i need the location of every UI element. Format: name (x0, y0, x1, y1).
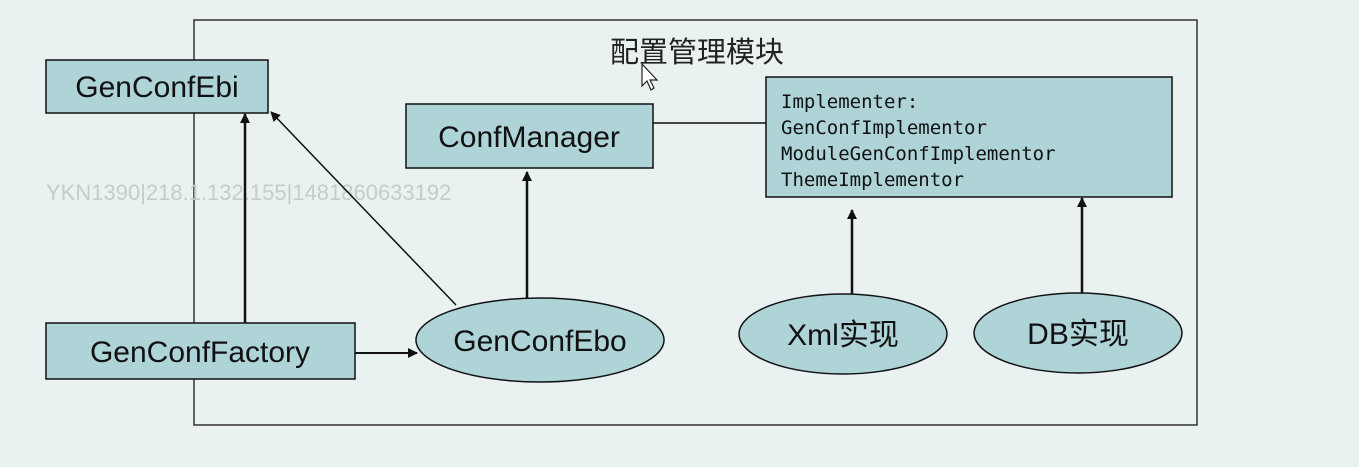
gen-conf-ebi-box: GenConfEbi (45, 59, 269, 114)
conf-manager-box: ConfManager (405, 103, 654, 169)
db-impl-label: DB实现 (1027, 318, 1129, 351)
xml-impl-ellipse: Xml实现 (738, 293, 948, 375)
module-title: 配置管理模块 (610, 35, 784, 69)
gen-conf-ebo-ellipse: GenConfEbo (415, 297, 665, 383)
gen-conf-factory-label: GenConfFactory (90, 336, 310, 369)
gen-conf-ebi-label: GenConfEbi (75, 71, 238, 104)
xml-impl-label: Xml实现 (787, 319, 899, 352)
implementer-line-2: GenConfImplementor (781, 117, 987, 139)
db-impl-ellipse: DB实现 (973, 292, 1183, 374)
implementer-box: Implementer: GenConfImplementor ModuleGe… (765, 76, 1173, 198)
implementer-line-3: ModuleGenConfImplementor (781, 143, 1056, 165)
conf-manager-label: ConfManager (438, 121, 620, 154)
implementer-line-1: Implementer: (781, 91, 918, 113)
watermark: YKN1390|218.1.132.155|1481860633192 (46, 180, 451, 205)
implementer-line-4: ThemeImplementor (781, 169, 964, 191)
architecture-diagram: 配置管理模块 YKN1390|218.1.132.155|14818606331… (45, 19, 1198, 426)
gen-conf-ebo-label: GenConfEbo (453, 325, 626, 358)
gen-conf-factory-box: GenConfFactory (45, 322, 356, 380)
